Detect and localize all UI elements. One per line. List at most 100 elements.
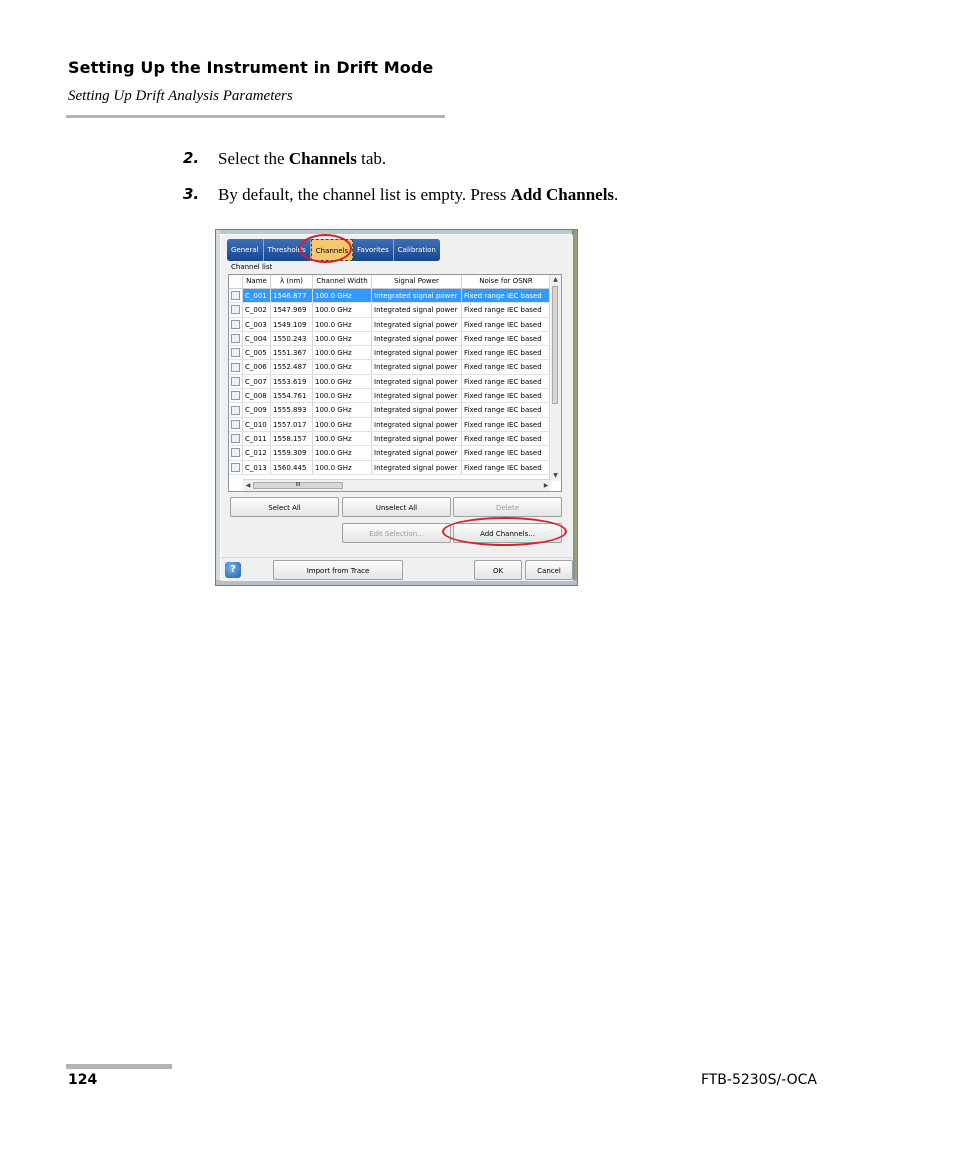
row-checkbox[interactable] [229, 303, 243, 317]
cell-noise-osnr: Fixed range IEC based [462, 374, 551, 389]
checkbox-box[interactable] [231, 305, 240, 315]
table-row[interactable]: C_001 1546.877 100.0 GHz Integrated signal … [229, 289, 551, 304]
cell-wavelength: 1547.969 [271, 303, 313, 317]
step-number: 3. [183, 185, 200, 203]
row-checkbox[interactable] [229, 331, 243, 346]
table-row[interactable]: C_002 1547.969 100.0 GHz Integrated signal … [229, 303, 551, 318]
cell-signal-power: Integrated signal power [372, 374, 462, 389]
checkbox-box[interactable] [231, 291, 240, 301]
select-all-button[interactable]: Select All [230, 497, 339, 517]
tab-general[interactable]: General [227, 239, 264, 261]
horizontal-scrollbar[interactable]: ◀ III ▶ [243, 479, 551, 491]
row-checkbox[interactable] [229, 346, 243, 360]
row-checkbox[interactable] [229, 289, 243, 303]
import-from-trace-button[interactable]: Import from Trace [273, 560, 403, 580]
add-channels-callout [442, 517, 567, 546]
cell-noise-osnr: Fixed range IEC based [462, 360, 551, 374]
table-row[interactable]: C_009 1555.893 100.0 GHz Integrated signal … [229, 403, 551, 418]
cell-signal-power: Integrated signal power [372, 431, 462, 446]
row-checkbox[interactable] [229, 374, 243, 389]
cell-signal-power: Integrated signal power [372, 289, 462, 303]
table-row[interactable]: C_011 1558.157 100.0 GHz Integrated signal … [229, 431, 551, 447]
checkbox-box[interactable] [231, 448, 240, 458]
cell-name: C_004 [243, 331, 271, 346]
delete-button[interactable]: Delete [453, 497, 562, 517]
cell-noise-osnr: Fixed range IEC based [462, 460, 551, 474]
cell-channel-width: 100.0 GHz [313, 446, 372, 460]
cell-name: C_010 [243, 417, 271, 431]
row-checkbox[interactable] [229, 360, 243, 374]
cell-noise-osnr: Fixed range IEC based [462, 346, 551, 360]
cell-signal-power: Integrated signal power [372, 331, 462, 346]
scroll-left-icon[interactable]: ◀ [243, 480, 253, 491]
checkbox-box[interactable] [231, 405, 240, 415]
cell-channel-width: 100.0 GHz [313, 460, 372, 474]
cell-name: C_011 [243, 431, 271, 446]
cell-name: C_001 [243, 289, 271, 303]
checkbox-box[interactable] [231, 348, 240, 358]
table-row[interactable]: C_006 1552.487 100.0 GHz Integrated signal … [229, 360, 551, 375]
vertical-scrollbar[interactable]: ▲ ▼ [549, 275, 561, 481]
cell-signal-power: Integrated signal power [372, 389, 462, 403]
cell-channel-width: 100.0 GHz [313, 360, 372, 374]
cell-signal-power: Integrated signal power [372, 417, 462, 431]
checkbox-box[interactable] [231, 462, 240, 472]
product-name: FTB-5230S/-OCA [700, 1072, 817, 1088]
section-title: Setting Up the Instrument in Drift Mode [68, 58, 434, 77]
tab-calibration[interactable]: Calibration [393, 239, 440, 261]
cell-channel-width: 100.0 GHz [313, 374, 372, 389]
tab-favorites[interactable]: Favorites [353, 239, 394, 261]
scroll-down-icon[interactable]: ▼ [550, 471, 561, 481]
checkbox-box[interactable] [231, 419, 240, 429]
row-checkbox[interactable] [229, 446, 243, 460]
checkbox-box[interactable] [231, 362, 240, 372]
row-checkbox[interactable] [229, 417, 243, 431]
cell-signal-power: Integrated signal power [372, 446, 462, 460]
checkbox-box[interactable] [231, 319, 240, 329]
scroll-thumb[interactable] [552, 286, 558, 404]
checkbox-box[interactable] [231, 334, 240, 344]
table-row[interactable]: C_008 1554.761 100.0 GHz Integrated signal … [229, 389, 551, 404]
window-frame [216, 230, 220, 585]
edit-selection-button[interactable]: Edit Selection... [342, 523, 451, 543]
cell-channel-width: 100.0 GHz [313, 346, 372, 360]
grid-rows: C_001 1546.877 100.0 GHz Integrated signal … [229, 289, 551, 475]
table-row[interactable]: C_007 1553.619 100.0 GHz Integrated signal … [229, 374, 551, 390]
unselect-all-button[interactable]: Unselect All [342, 497, 451, 517]
table-row[interactable]: C_013 1560.445 100.0 GHz Integrated signal … [229, 460, 551, 475]
cell-channel-width: 100.0 GHz [313, 289, 372, 303]
row-checkbox[interactable] [229, 389, 243, 403]
table-row[interactable]: C_003 1549.109 100.0 GHz Integrated signal … [229, 317, 551, 332]
cell-signal-power: Integrated signal power [372, 303, 462, 317]
cell-name: C_007 [243, 374, 271, 389]
checkbox-box[interactable] [231, 391, 240, 401]
table-row[interactable]: C_005 1551.367 100.0 GHz Integrated signal … [229, 346, 551, 361]
cell-wavelength: 1553.619 [271, 374, 313, 389]
ok-button[interactable]: OK [474, 560, 522, 580]
column-header-signal-power[interactable]: Signal Power [372, 275, 462, 288]
row-checkbox[interactable] [229, 431, 243, 446]
scroll-up-icon[interactable]: ▲ [550, 275, 561, 285]
cancel-button[interactable]: Cancel [525, 560, 573, 580]
cell-wavelength: 1552.487 [271, 360, 313, 374]
cell-name: C_003 [243, 317, 271, 331]
help-icon[interactable]: ? [225, 562, 241, 578]
column-header-name[interactable]: Name [243, 275, 271, 288]
cell-signal-power: Integrated signal power [372, 317, 462, 331]
column-header-channel-width[interactable]: Channel Width [313, 275, 372, 288]
column-header-noise-osnr[interactable]: Noise for OSNR [462, 275, 551, 288]
column-header-wavelength[interactable]: λ (nm) [271, 275, 313, 288]
scroll-thumb[interactable]: III [253, 482, 343, 489]
row-checkbox[interactable] [229, 317, 243, 331]
row-checkbox[interactable] [229, 460, 243, 474]
checkbox-box[interactable] [231, 434, 240, 444]
table-row[interactable]: C_010 1557.017 100.0 GHz Integrated signal … [229, 417, 551, 432]
table-row[interactable]: C_012 1559.309 100.0 GHz Integrated signal … [229, 446, 551, 461]
channel-grid[interactable]: Name λ (nm) Channel Width Signal Power N… [228, 274, 562, 492]
cell-noise-osnr: Fixed range IEC based [462, 303, 551, 317]
row-checkbox[interactable] [229, 403, 243, 417]
cell-channel-width: 100.0 GHz [313, 331, 372, 346]
scroll-right-icon[interactable]: ▶ [541, 480, 551, 491]
table-row[interactable]: C_004 1550.243 100.0 GHz Integrated signal … [229, 331, 551, 347]
checkbox-box[interactable] [231, 376, 240, 386]
